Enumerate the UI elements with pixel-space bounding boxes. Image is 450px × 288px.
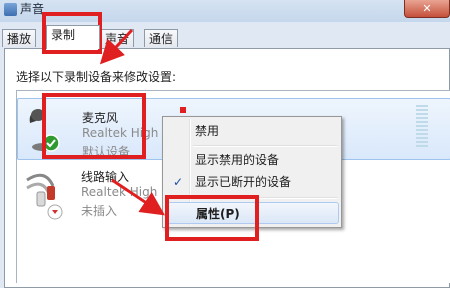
tab-recording[interactable]: 录制 bbox=[46, 25, 100, 49]
arrow-to-properties bbox=[111, 178, 165, 216]
arrow-to-microphone bbox=[99, 28, 134, 65]
